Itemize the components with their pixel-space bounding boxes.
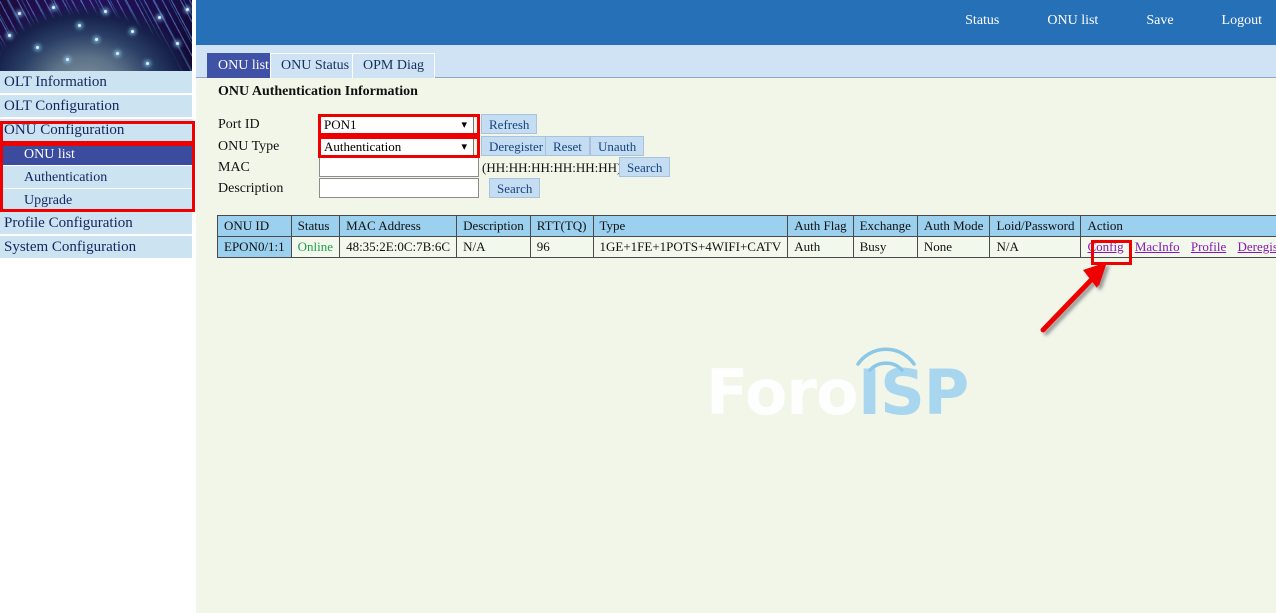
sidebar-item-system-configuration[interactable]: System Configuration [0,236,192,259]
sidebar-item-olt-configuration[interactable]: OLT Configuration [0,95,192,118]
sidebar-item-label: ONU list [24,147,75,162]
annotation-arrow [1025,250,1135,345]
tab-strip: ONU list ONU Status OPM Diag [196,45,1276,78]
sidebar-item-label: Authentication [24,170,107,185]
wifi-signal-icon [846,334,926,374]
form-row-mac: MAC (HH:HH:HH:HH:HH:HH) Search [218,157,778,179]
cell-auth-mode: None [917,237,990,258]
sidebar-item-label: OLT Configuration [4,98,119,114]
sidebar-item-olt-information[interactable]: OLT Information [0,71,192,94]
description-search-button[interactable]: Search [489,178,540,198]
chevron-down-icon: ▾ [461,137,467,157]
col-auth-mode: Auth Mode [917,216,990,237]
cell-description: N/A [457,237,531,258]
col-status: Status [291,216,339,237]
col-rtt-tq: RTT(TQ) [530,216,593,237]
topnav-logout[interactable]: Logout [1222,13,1262,28]
mac-search-button[interactable]: Search [619,157,670,177]
description-label: Description [218,178,283,200]
port-id-select[interactable]: PON1 ▾ [319,114,474,134]
sidebar-item-onu-list[interactable]: ONU list [0,143,192,166]
onu-type-select[interactable]: Authentication ▾ [319,136,474,156]
sidebar-item-profile-configuration[interactable]: Profile Configuration [0,212,192,235]
sidebar-item-label: System Configuration [4,239,136,255]
sidebar: OLT Information OLT Configuration ONU Co… [0,0,196,613]
col-auth-flag: Auth Flag [788,216,853,237]
top-nav: Status ONU list Save Logout [921,11,1262,29]
col-mac-address: MAC Address [340,216,457,237]
action-profile[interactable]: Profile [1191,239,1226,254]
top-bar: Status ONU list Save Logout [196,0,1276,45]
page-root: OLT Information OLT Configuration ONU Co… [0,0,1276,613]
sidebar-item-authentication[interactable]: Authentication [0,166,192,189]
cell-type: 1GE+1FE+1POTS+4WIFI+CATV [593,237,788,258]
page-title: ONU Authentication Information [218,84,418,100]
status-badge: Online [291,237,339,258]
action-deregister[interactable]: Deregister [1238,239,1276,254]
cell-exchange: Busy [853,237,917,258]
action-macinfo[interactable]: MacInfo [1135,239,1180,254]
topnav-onu-list[interactable]: ONU list [1047,13,1098,28]
form-row-onu-type: ONU Type Authentication ▾ Deregister Res… [218,136,738,158]
mac-format-hint: (HH:HH:HH:HH:HH:HH) [482,157,621,179]
sidebar-item-label: ONU Configuration [4,122,124,138]
description-input[interactable] [319,178,479,198]
unauth-button[interactable]: Unauth [590,136,644,156]
cell-rtt-tq: 96 [530,237,593,258]
col-type: Type [593,216,788,237]
col-loid-password: Loid/Password [990,216,1081,237]
sidebar-item-label: OLT Information [4,74,107,90]
form-row-description: Description Search [218,178,638,200]
sidebar-item-label: Upgrade [24,193,72,208]
watermark-text-foro: Foro [706,356,858,429]
watermark-foroisp: Foro ISP [706,350,996,430]
col-exchange: Exchange [853,216,917,237]
col-onu-id: ONU ID [218,216,292,237]
topnav-save[interactable]: Save [1146,13,1173,28]
col-action: Action [1081,216,1276,237]
port-id-value: PON1 [324,117,357,132]
cell-mac-address: 48:35:2E:0C:7B:6C [340,237,457,258]
mac-label: MAC [218,157,250,179]
port-id-label: Port ID [218,114,260,136]
onu-type-value: Authentication [324,139,401,154]
col-description: Description [457,216,531,237]
sidebar-item-upgrade[interactable]: Upgrade [0,189,192,212]
tab-onu-status[interactable]: ONU Status [270,53,360,78]
table-header-row: ONU ID Status MAC Address Description RT… [218,216,1276,237]
main-content: ONU Authentication Information Port ID P… [196,78,1276,613]
onu-type-label: ONU Type [218,136,279,158]
deregister-button[interactable]: Deregister [481,136,551,156]
sidebar-item-onu-configuration[interactable]: ONU Configuration [0,119,192,142]
chevron-down-icon: ▾ [461,115,467,135]
topnav-status[interactable]: Status [965,13,999,28]
refresh-button[interactable]: Refresh [481,114,537,134]
mac-input[interactable] [319,157,479,177]
tab-onu-list[interactable]: ONU list [207,53,280,78]
cell-onu-id: EPON0/1:1 [218,237,292,258]
cell-auth-flag: Auth [788,237,853,258]
tab-opm-diag[interactable]: OPM Diag [352,53,435,78]
reset-button[interactable]: Reset [545,136,590,156]
header-banner-image [0,0,192,71]
sidebar-item-label: Profile Configuration [4,215,133,231]
form-row-port-id: Port ID PON1 ▾ Refresh [218,114,738,136]
